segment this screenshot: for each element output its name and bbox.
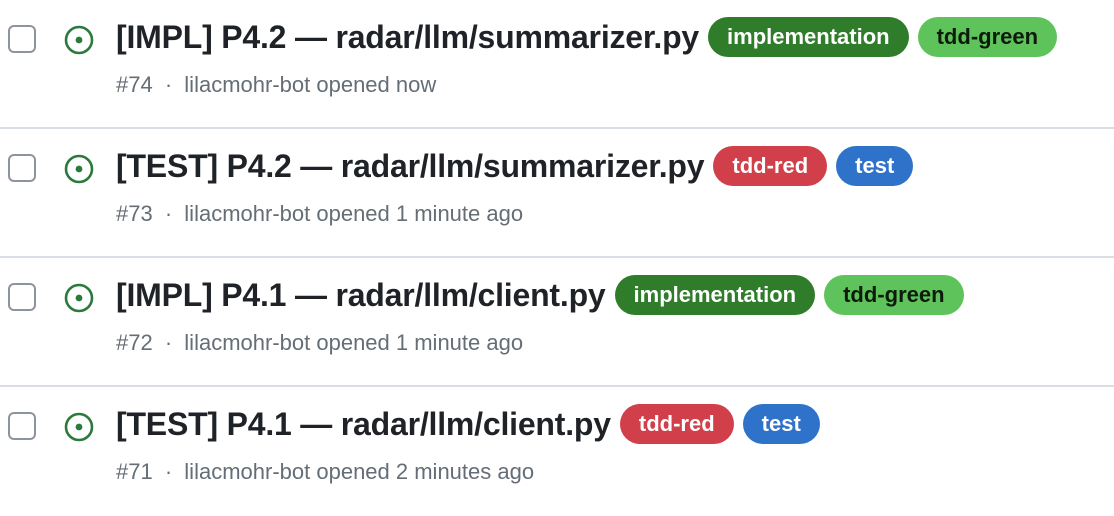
issue-author-link[interactable]: lilacmohr-bot: [184, 201, 310, 226]
issue-row: [TEST] P4.2 — radar/llm/summarizer.py td…: [0, 129, 1114, 258]
label-implementation[interactable]: implementation: [708, 17, 909, 57]
issue-title-line: [IMPL] P4.2 — radar/llm/summarizer.py im…: [116, 14, 1066, 60]
issue-title-link[interactable]: [IMPL] P4.2 — radar/llm/summarizer.py: [116, 19, 699, 56]
issue-author-link[interactable]: lilacmohr-bot: [184, 459, 310, 484]
issue-meta: #73 · lilacmohr-bot opened 1 minute ago: [116, 201, 523, 227]
issue-number: #74: [116, 72, 153, 97]
meta-separator: ·: [164, 459, 173, 484]
label-test[interactable]: test: [836, 146, 914, 186]
issue-meta: #72 · lilacmohr-bot opened 1 minute ago: [116, 330, 523, 356]
issue-list: [IMPL] P4.2 — radar/llm/summarizer.py im…: [0, 0, 1114, 504]
issue-opened-time: opened now: [316, 72, 437, 97]
issue-opened-icon: [64, 154, 94, 184]
issue-opened-time: opened 1 minute ago: [316, 330, 524, 355]
label-tdd-green[interactable]: tdd-green: [824, 275, 964, 315]
issue-title-line: [IMPL] P4.1 — radar/llm/client.py implem…: [116, 272, 973, 318]
issue-row: [TEST] P4.1 — radar/llm/client.py tdd-re…: [0, 387, 1114, 516]
issue-meta: #71 · lilacmohr-bot opened 2 minutes ago: [116, 459, 534, 485]
meta-separator: ·: [164, 330, 173, 355]
issue-opened-icon: [64, 412, 94, 442]
meta-separator: ·: [164, 72, 173, 97]
issue-title-line: [TEST] P4.2 — radar/llm/summarizer.py td…: [116, 143, 922, 189]
issue-number: #73: [116, 201, 153, 226]
issue-row: [IMPL] P4.1 — radar/llm/client.py implem…: [0, 258, 1114, 387]
issue-title-line: [TEST] P4.1 — radar/llm/client.py tdd-re…: [116, 401, 829, 447]
issue-opened-icon: [64, 25, 94, 55]
label-test[interactable]: test: [742, 404, 820, 444]
select-issue-checkbox[interactable]: [8, 25, 36, 53]
issue-author-link[interactable]: lilacmohr-bot: [184, 330, 310, 355]
issue-opened-time: opened 2 minutes ago: [316, 459, 535, 484]
issue-number: #72: [116, 330, 153, 355]
issue-title-link[interactable]: [TEST] P4.2 — radar/llm/summarizer.py: [116, 148, 705, 185]
select-issue-checkbox[interactable]: [8, 283, 36, 311]
issue-row: [IMPL] P4.2 — radar/llm/summarizer.py im…: [0, 0, 1114, 129]
issue-number: #71: [116, 459, 153, 484]
issue-meta: #74 · lilacmohr-bot opened now: [116, 72, 436, 98]
issue-opened-icon: [64, 283, 94, 313]
issue-title-link[interactable]: [IMPL] P4.1 — radar/llm/client.py: [116, 277, 606, 314]
label-implementation[interactable]: implementation: [614, 275, 816, 315]
select-issue-checkbox[interactable]: [8, 412, 36, 440]
issue-author-link[interactable]: lilacmohr-bot: [184, 72, 310, 97]
issue-title-link[interactable]: [TEST] P4.1 — radar/llm/client.py: [116, 406, 611, 443]
meta-separator: ·: [164, 201, 173, 226]
issue-opened-time: opened 1 minute ago: [316, 201, 524, 226]
label-tdd-green[interactable]: tdd-green: [917, 17, 1058, 57]
label-tdd-red[interactable]: tdd-red: [713, 146, 828, 186]
select-issue-checkbox[interactable]: [8, 154, 36, 182]
label-tdd-red[interactable]: tdd-red: [619, 404, 734, 444]
